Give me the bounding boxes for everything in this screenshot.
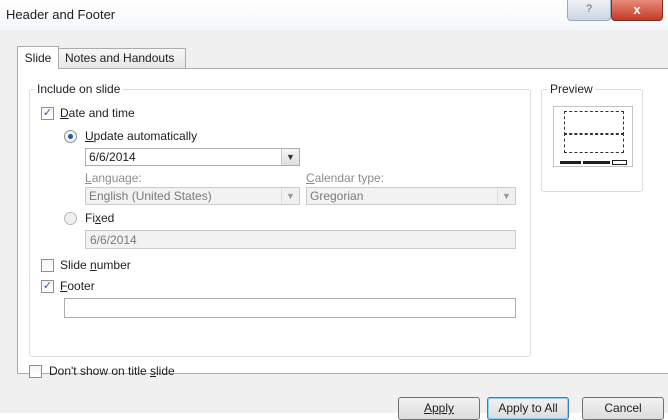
date-and-time-label: Date and time xyxy=(60,106,135,120)
fixed-date-value: 6/6/2014 xyxy=(90,233,137,247)
preview-slide-number-bar xyxy=(612,160,627,165)
include-on-slide-label: Include on slide xyxy=(35,82,123,96)
close-button[interactable]: x xyxy=(611,0,663,21)
preview-slide-thumbnail xyxy=(553,106,633,167)
preview-label: Preview xyxy=(548,82,595,96)
date-format-value: 6/6/2014 xyxy=(89,150,136,164)
dont-show-on-title-slide-label: Don't show on title slide xyxy=(49,364,175,378)
apply-button[interactable]: Apply xyxy=(398,397,480,420)
chevron-down-icon: ▼ xyxy=(281,188,299,204)
apply-to-all-button[interactable]: Apply to All xyxy=(487,397,569,420)
tab-notes-and-handouts[interactable]: Notes and Handouts xyxy=(58,48,186,69)
footer-text-field[interactable] xyxy=(64,298,516,318)
preview-date-bar xyxy=(560,161,581,164)
window-title: Header and Footer xyxy=(6,7,116,22)
fixed-label: Fixed xyxy=(85,211,115,225)
preview-title-placeholder xyxy=(564,111,624,135)
tab-notes-label: Notes and Handouts xyxy=(65,51,175,65)
fixed-radio[interactable] xyxy=(64,212,77,225)
calendar-type-label: Calendar type: xyxy=(306,171,385,185)
language-select[interactable]: English (United States) ▼ xyxy=(85,187,300,205)
calendar-type-select[interactable]: Gregorian ▼ xyxy=(306,187,516,205)
cancel-button[interactable]: Cancel xyxy=(582,397,664,420)
dont-show-on-title-slide-checkbox[interactable] xyxy=(29,365,42,378)
update-automatically-radio[interactable] xyxy=(64,130,77,143)
help-icon: ? xyxy=(585,3,593,15)
chevron-down-icon: ▼ xyxy=(281,149,299,165)
date-format-select[interactable]: 6/6/2014 ▼ xyxy=(85,148,300,166)
preview-body-placeholder xyxy=(564,133,624,153)
check-icon: ✓ xyxy=(42,107,53,119)
slide-number-checkbox[interactable] xyxy=(41,259,54,272)
footer-label: Footer xyxy=(60,279,95,293)
fixed-date-field[interactable]: 6/6/2014 xyxy=(85,230,516,249)
dialog-body: Slide Notes and Handouts Include on slid… xyxy=(0,30,668,420)
check-icon: ✓ xyxy=(42,280,53,292)
tab-slide-label: Slide xyxy=(24,51,52,65)
language-value: English (United States) xyxy=(89,189,212,203)
preview-footer-bar xyxy=(583,161,610,164)
title-bar: Header and Footer ? x xyxy=(0,0,668,30)
tab-panel-slide: Include on slide ✓ Date and time Update … xyxy=(17,68,668,378)
language-label: Language: xyxy=(85,171,142,185)
tab-slide[interactable]: Slide xyxy=(17,46,59,69)
chevron-down-icon: ▼ xyxy=(497,188,515,204)
calendar-type-value: Gregorian xyxy=(310,189,364,203)
close-icon: x xyxy=(633,2,641,17)
include-on-slide-group: Include on slide ✓ Date and time Update … xyxy=(29,82,531,357)
help-button[interactable]: ? xyxy=(567,0,611,21)
update-automatically-label: Update automatically xyxy=(85,129,198,143)
footer-checkbox[interactable]: ✓ xyxy=(41,280,54,293)
preview-group: Preview xyxy=(541,82,643,192)
slide-number-label: Slide number xyxy=(60,258,131,272)
date-and-time-checkbox[interactable]: ✓ xyxy=(41,107,54,120)
